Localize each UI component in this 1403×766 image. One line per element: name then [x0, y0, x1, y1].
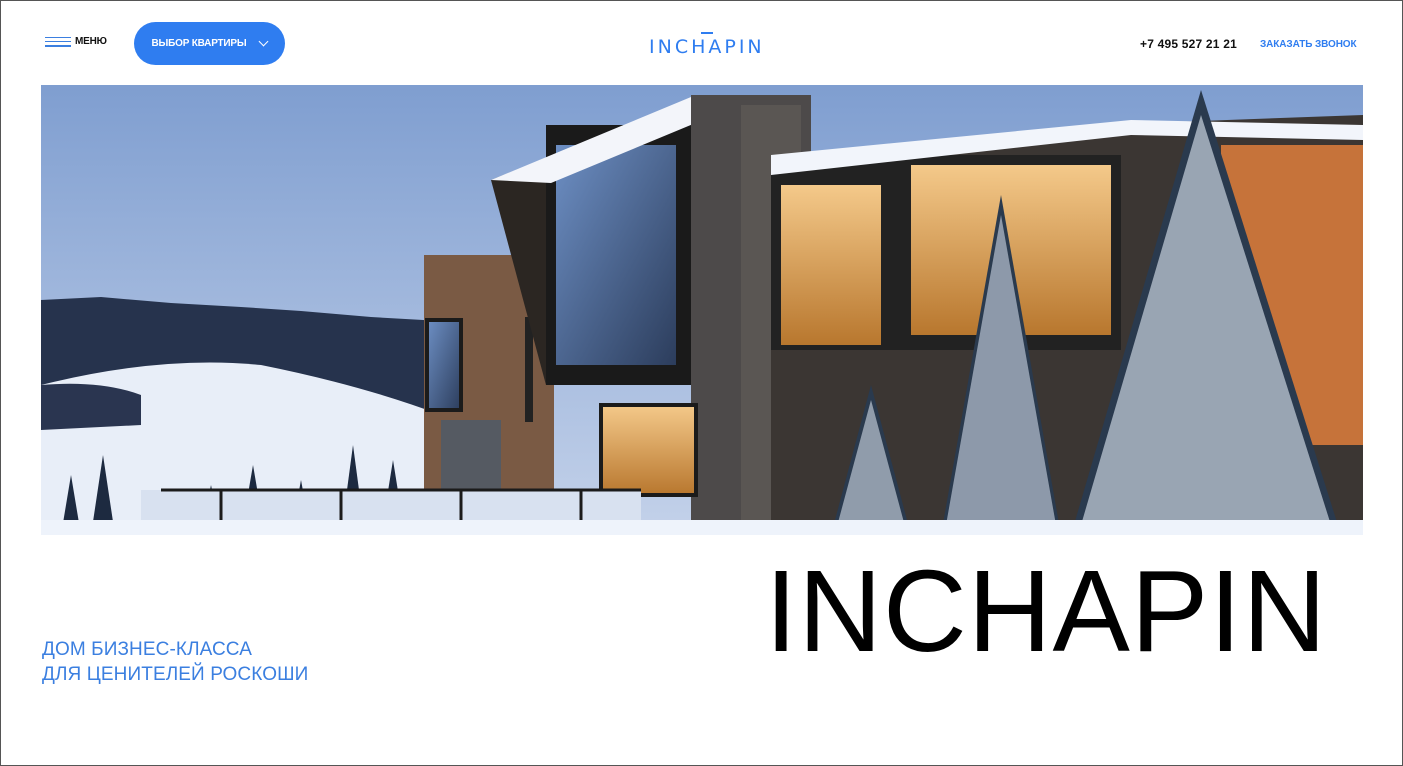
apartment-select-button[interactable]: ВЫБОР КВАРТИРЫ — [134, 22, 285, 65]
apartment-select-label: ВЫБОР КВАРТИРЫ — [151, 38, 247, 49]
chevron-down-icon — [259, 36, 269, 47]
page-title: INCHAPIN — [765, 546, 1328, 676]
tagline: ДОМ БИЗНЕС-КЛАССА ДЛЯ ЦЕНИТЕЛЕЙ РОСКОШИ — [42, 637, 308, 687]
house-illustration — [41, 85, 1363, 535]
tagline-line-2: ДЛЯ ЦЕНИТЕЛЕЙ РОСКОШИ — [42, 664, 309, 685]
logo[interactable]: INCHAPIN — [649, 36, 765, 58]
hero-image — [41, 85, 1363, 535]
hamburger-icon — [45, 36, 71, 47]
page: МЕНЮ ВЫБОР КВАРТИРЫ INCHAPIN +7 495 527 … — [0, 0, 1403, 766]
phone-number[interactable]: +7 495 527 21 21 — [1140, 37, 1237, 51]
tagline-line-1: ДОМ БИЗНЕС-КЛАССА — [42, 639, 252, 660]
menu-button[interactable]: МЕНЮ — [45, 36, 107, 47]
logo-accent-bar — [701, 32, 713, 34]
menu-label: МЕНЮ — [75, 36, 107, 47]
callback-link[interactable]: ЗАКАЗАТЬ ЗВОНОК — [1260, 39, 1357, 50]
